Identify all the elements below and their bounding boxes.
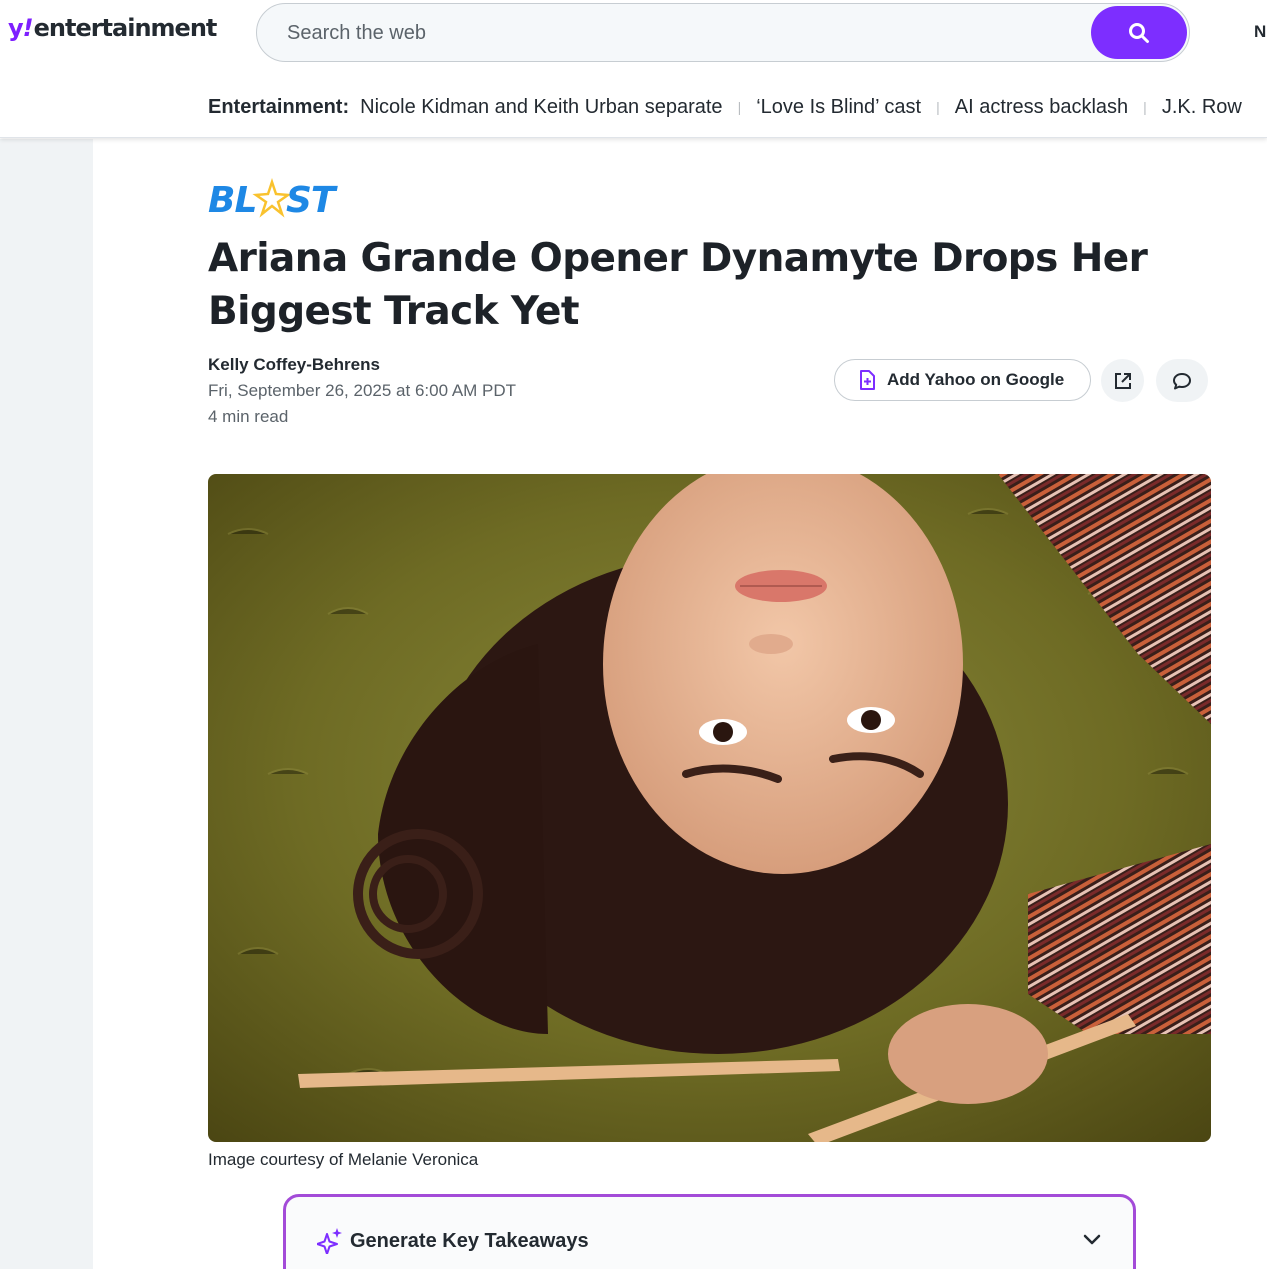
trending-bar: Entertainment: Nicole Kidman and Keith U… (208, 94, 1242, 120)
add-yahoo-label: Add Yahoo on Google (887, 370, 1065, 389)
read-time: 4 min read (208, 407, 289, 426)
trending-link[interactable]: AI actress backlash (955, 96, 1128, 119)
sparkle-icon (316, 1228, 343, 1259)
comments-button[interactable] (1156, 359, 1208, 402)
portrait-photo (208, 474, 1211, 1142)
svg-text:ST: ST (286, 180, 338, 218)
trending-link[interactable]: J.K. Row (1162, 96, 1242, 119)
share-button[interactable] (1101, 359, 1144, 402)
trending-separator: | (936, 99, 940, 115)
logo-bang: ! (22, 14, 34, 42)
site-header: y!entertainment N Entertainment: Nicole … (0, 0, 1267, 138)
add-yahoo-on-google-button[interactable]: Add Yahoo on Google (834, 359, 1091, 401)
article-title: Ariana Grande Opener Dynamyte Drops Her … (208, 236, 1148, 334)
comment-icon (1173, 372, 1191, 389)
share-icon (1114, 372, 1131, 389)
blast-logo-graphic: BL ST (208, 178, 339, 221)
search-input[interactable] (287, 16, 1067, 50)
logo-y: y (8, 14, 24, 42)
header-edge-link[interactable]: N (1254, 22, 1266, 42)
search-icon (1129, 22, 1149, 43)
blast-brand-logo[interactable]: BL ST (208, 178, 340, 223)
add-document-icon (859, 370, 875, 390)
trending-label: Entertainment: (208, 95, 350, 118)
trending-link[interactable]: ‘Love Is Blind’ cast (756, 96, 921, 119)
trending-separator: | (737, 99, 742, 115)
svg-text:BL: BL (208, 180, 256, 218)
takeaways-label: Generate Key Takeaways (350, 1230, 589, 1252)
chevron-down-icon (1083, 1233, 1101, 1251)
search-bar (256, 3, 1190, 62)
search-button[interactable] (1091, 6, 1187, 59)
generate-key-takeaways-panel[interactable]: Generate Key Takeaways (283, 1194, 1136, 1269)
image-caption: Image courtesy of Melanie Veronica (208, 1150, 479, 1169)
article-hero-image[interactable] (208, 474, 1211, 1142)
trending-link[interactable]: Nicole Kidman and Keith Urban separate (360, 96, 722, 119)
left-rail (0, 139, 93, 1269)
yahoo-entertainment-logo[interactable]: y! entertainment (8, 14, 218, 42)
publish-date: Fri, September 26, 2025 at 6:00 AM PDT (208, 381, 517, 400)
author-name[interactable]: Kelly Coffey-Behrens (208, 355, 380, 375)
logo-section: entertainment (33, 14, 218, 42)
trending-separator: | (1143, 99, 1147, 115)
